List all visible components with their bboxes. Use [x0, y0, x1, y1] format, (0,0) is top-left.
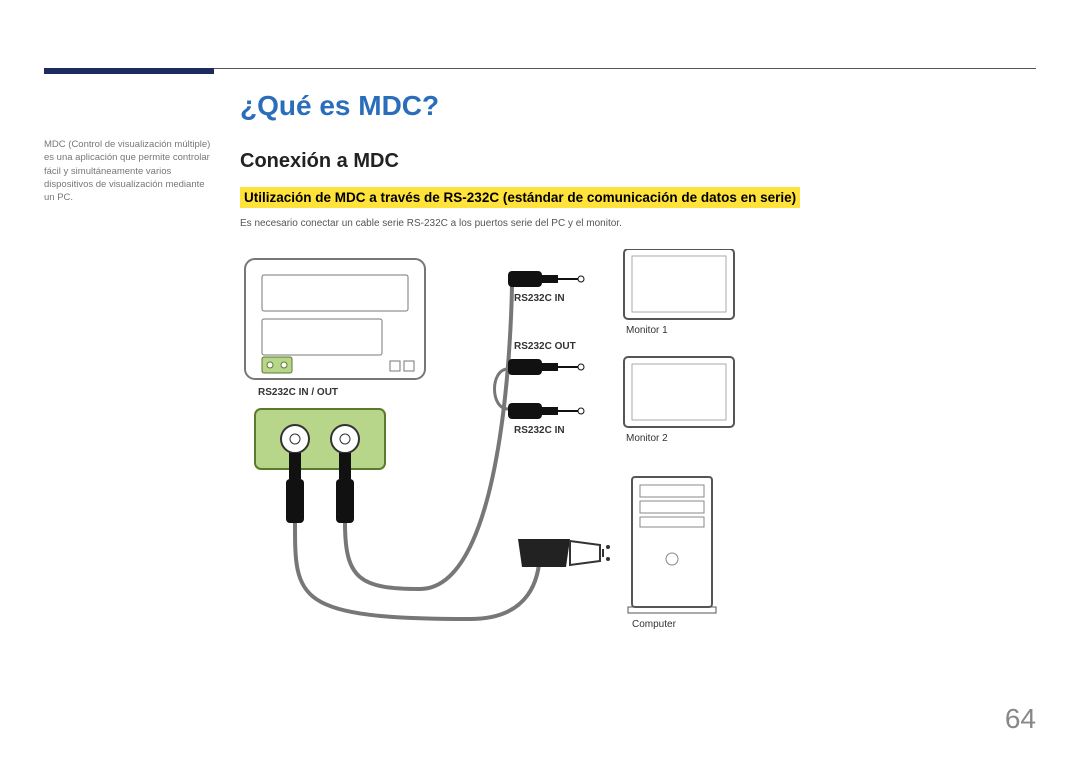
- heading-1: ¿Qué es MDC?: [240, 90, 1036, 122]
- label-rs232c-out: RS232C OUT: [514, 341, 576, 352]
- page: MDC (Control de visualización múltiple) …: [0, 0, 1080, 763]
- jack-connector-mid-top-icon: [508, 359, 584, 375]
- heading-2: Conexión a MDC: [240, 150, 1036, 173]
- jack-connector-mid-bottom-icon: [508, 403, 584, 419]
- side-note: MDC (Control de visualización múltiple) …: [44, 138, 214, 204]
- diagram-svg: [240, 249, 1000, 679]
- page-number: 64: [1005, 703, 1036, 735]
- label-computer: Computer: [632, 619, 676, 630]
- label-rs232c-in-2: RS232C IN: [514, 425, 565, 436]
- db9-connector-icon: [518, 539, 610, 567]
- monitor-2-icon: [624, 357, 734, 427]
- computer-tower-icon: [628, 477, 716, 613]
- monitor-1-icon: [624, 249, 734, 319]
- cable-left: [295, 523, 540, 619]
- jack-panel-icon: [255, 409, 385, 469]
- label-monitor-2: Monitor 2: [626, 433, 668, 444]
- accent-bar: [44, 68, 214, 74]
- monitor-back-panel-icon: [245, 259, 425, 379]
- jack-connector-top-icon: [508, 271, 584, 287]
- heading-3-highlight: Utilización de MDC a través de RS-232C (…: [240, 187, 800, 208]
- main-content: ¿Qué es MDC? Conexión a MDC Utilización …: [240, 90, 1036, 679]
- label-monitor-1: Monitor 1: [626, 325, 668, 336]
- label-rs232c-in-1: RS232C IN: [514, 293, 565, 304]
- connection-diagram: RS232C IN / OUT RS232C IN RS232C OUT RS2…: [240, 249, 1000, 679]
- label-rs232c-in-out: RS232C IN / OUT: [258, 387, 338, 398]
- body-text: Es necesario conectar un cable serie RS-…: [240, 218, 1036, 229]
